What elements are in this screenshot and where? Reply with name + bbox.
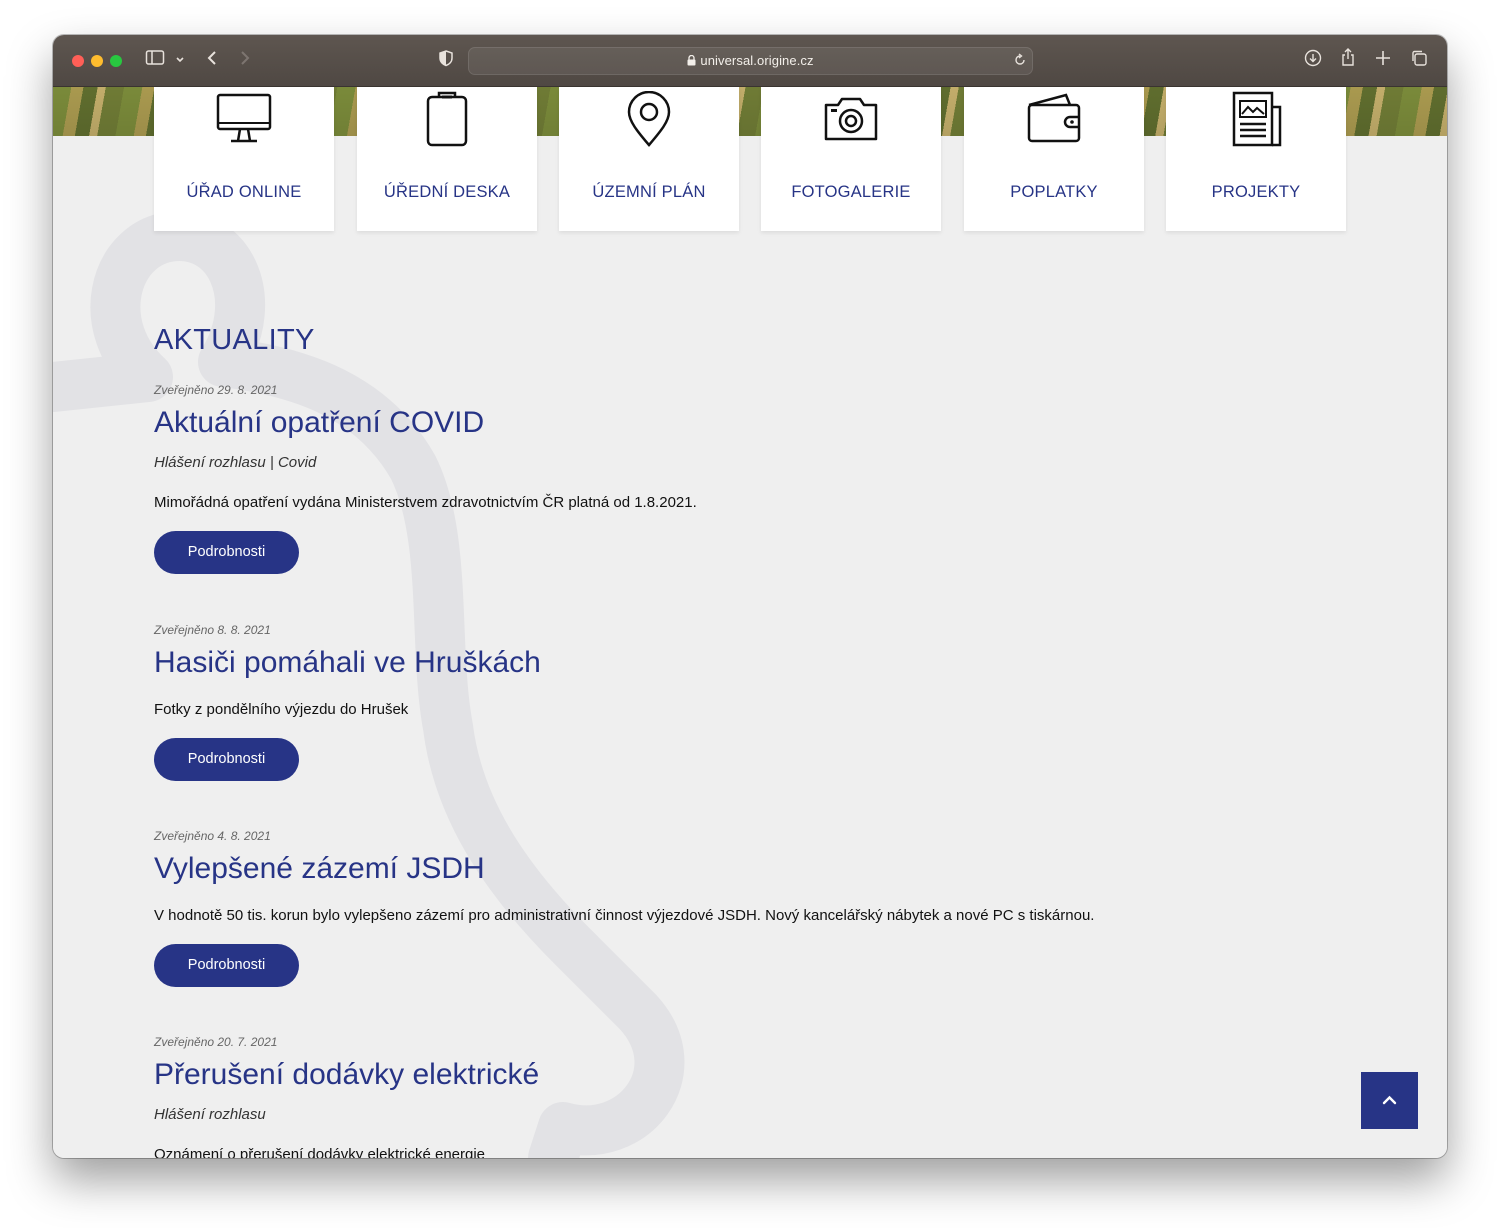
browser-window: universal.origine.cz ÚŘAD ONLINE ÚŘEDNÍ … xyxy=(53,35,1447,1158)
quick-link-uredni-deska[interactable]: ÚŘEDNÍ DESKA xyxy=(357,87,537,231)
address-bar-url: universal.origine.cz xyxy=(469,53,1032,68)
back-icon[interactable] xyxy=(205,49,219,72)
web-page: ÚŘAD ONLINE ÚŘEDNÍ DESKA ÚZEMNÍ PLÁN FOT… xyxy=(53,87,1447,1158)
article-title[interactable]: Vylepšené zázemí JSDH xyxy=(154,852,485,886)
article-title[interactable]: Aktuální opatření COVID xyxy=(154,406,484,440)
tab-overview-icon[interactable] xyxy=(1410,49,1428,72)
article-date: Zveřejněno 8. 8. 2021 xyxy=(154,623,271,637)
map-pin-icon xyxy=(627,91,671,147)
newspaper-icon xyxy=(1232,91,1282,147)
article-date: Zveřejněno 29. 8. 2021 xyxy=(154,383,278,397)
article-tags[interactable]: Hlášení rozhlasu | Covid xyxy=(154,454,316,471)
monitor-icon xyxy=(216,93,272,143)
camera-icon xyxy=(824,97,878,141)
quick-link-fotogalerie[interactable]: FOTOGALERIE xyxy=(761,87,941,231)
article-title[interactable]: Hasiči pomáhali ve Hruškách xyxy=(154,646,541,680)
chevron-down-icon[interactable] xyxy=(175,50,185,76)
quick-link-projekty[interactable]: PROJEKTY xyxy=(1166,87,1346,231)
quick-link-urad-online[interactable]: ÚŘAD ONLINE xyxy=(154,87,334,231)
article-excerpt: V hodnotě 50 tis. korun bylo vylepšeno z… xyxy=(154,907,1095,924)
details-button[interactable]: Podrobnosti xyxy=(154,738,299,781)
section-title: AKTUALITY xyxy=(154,324,315,356)
close-window-button[interactable] xyxy=(72,55,84,67)
wallet-icon xyxy=(1027,93,1081,143)
article-excerpt: Mimořádná opatření vydána Ministerstvem … xyxy=(154,494,697,511)
url-text: universal.origine.cz xyxy=(700,53,814,68)
quick-link-label: ÚZEMNÍ PLÁN xyxy=(592,183,706,201)
reload-icon[interactable] xyxy=(1013,52,1027,73)
chevron-up-icon xyxy=(1382,1095,1397,1105)
article-tags[interactable]: Hlášení rozhlasu xyxy=(154,1106,266,1123)
downloads-icon[interactable] xyxy=(1304,49,1322,72)
zoom-window-button[interactable] xyxy=(110,55,122,67)
sidebar-toggle-icon[interactable] xyxy=(145,49,165,72)
article-date: Zveřejněno 4. 8. 2021 xyxy=(154,829,271,843)
quick-link-label: PROJEKTY xyxy=(1211,183,1301,201)
quick-link-uzemni-plan[interactable]: ÚZEMNÍ PLÁN xyxy=(559,87,739,231)
clipboard-icon xyxy=(426,91,468,147)
browser-toolbar: universal.origine.cz xyxy=(53,35,1447,87)
quick-link-label: ÚŘEDNÍ DESKA xyxy=(383,183,511,201)
article-excerpt: Fotky z pondělního výjezdu do Hrušek xyxy=(154,701,409,718)
minimize-window-button[interactable] xyxy=(91,55,103,67)
quick-link-label: POPLATKY xyxy=(1010,183,1098,201)
article-excerpt: Oznámení o přerušení dodávky elektrické … xyxy=(154,1146,486,1158)
quick-link-label: ÚŘAD ONLINE xyxy=(186,183,302,201)
back-to-top-button[interactable] xyxy=(1361,1072,1418,1129)
address-bar[interactable]: universal.origine.cz xyxy=(468,47,1033,75)
quick-link-poplatky[interactable]: POPLATKY xyxy=(964,87,1144,231)
lock-icon xyxy=(687,54,696,66)
new-tab-icon[interactable] xyxy=(1375,49,1391,72)
details-button[interactable]: Podrobnosti xyxy=(154,944,299,987)
quick-link-label: FOTOGALERIE xyxy=(791,183,911,201)
share-icon[interactable] xyxy=(1340,47,1356,72)
privacy-shield-icon[interactable] xyxy=(438,49,454,72)
article-title[interactable]: Přerušení dodávky elektrické xyxy=(154,1058,539,1092)
details-button[interactable]: Podrobnosti xyxy=(154,531,299,574)
article-date: Zveřejněno 20. 7. 2021 xyxy=(154,1035,278,1049)
forward-icon[interactable] xyxy=(238,49,252,72)
